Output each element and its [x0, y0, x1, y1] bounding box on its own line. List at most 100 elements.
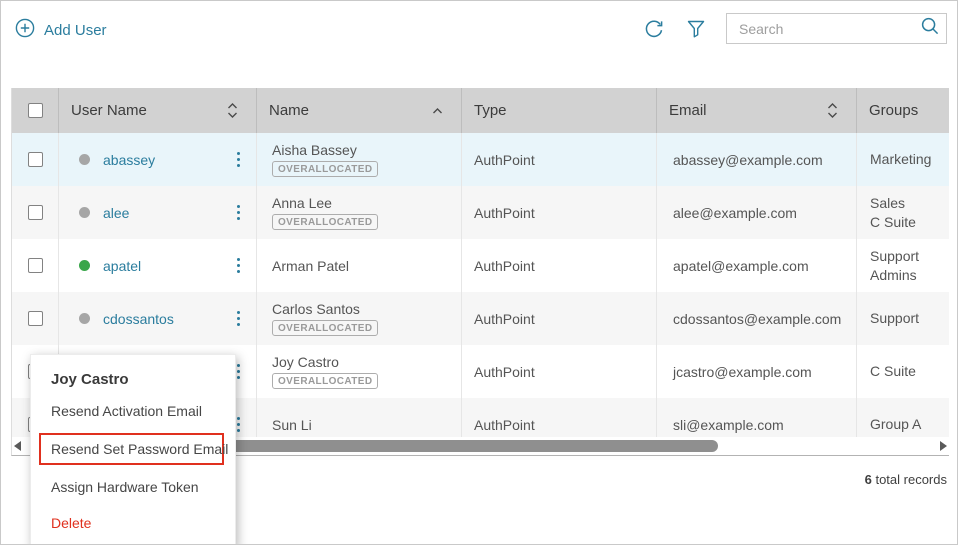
add-user-button[interactable]: Add User: [15, 18, 107, 42]
groups-cell: C Suite: [857, 345, 949, 398]
column-label: Email: [669, 102, 707, 119]
context-menu-title: Joy Castro: [51, 367, 235, 393]
refresh-icon[interactable]: [642, 17, 666, 41]
menu-item-delete[interactable]: Delete: [31, 505, 235, 541]
table-row: apatel Arman Patel AuthPoint apatel@exam…: [12, 239, 949, 292]
scroll-right-arrow-icon[interactable]: [940, 441, 947, 451]
username-cell: alee: [59, 186, 257, 239]
search-box: [726, 13, 947, 44]
filter-icon[interactable]: [685, 18, 707, 40]
group-value: Marketing: [870, 150, 949, 169]
type-value: AuthPoint: [474, 311, 656, 327]
status-dot: [79, 313, 90, 324]
group-value: C Suite: [870, 362, 949, 381]
kebab-menu-icon[interactable]: [234, 308, 244, 330]
search-input[interactable]: [739, 21, 920, 37]
table-row: abassey Aisha Bassey OVERALLOCATED AuthP…: [12, 133, 949, 186]
row-checkbox[interactable]: [28, 152, 43, 167]
menu-item-resend-activation-email[interactable]: Resend Activation Email: [31, 393, 235, 429]
email-value: apatel@example.com: [673, 258, 856, 274]
group-value: Support: [870, 247, 949, 266]
group-value: C Suite: [870, 213, 949, 232]
groups-cell: SalesC Suite: [857, 186, 949, 239]
email-cell: jcastro@example.com: [657, 345, 857, 398]
email-value: alee@example.com: [673, 205, 856, 221]
email-cell: abassey@example.com: [657, 133, 857, 186]
row-checkbox[interactable]: [28, 205, 43, 220]
search-icon[interactable]: [920, 16, 940, 41]
column-label: Name: [269, 102, 309, 119]
email-value: jcastro@example.com: [673, 364, 856, 380]
email-cell: cdossantos@example.com: [657, 292, 857, 345]
email-value: sli@example.com: [673, 417, 856, 433]
username-link[interactable]: alee: [103, 205, 129, 221]
column-label: Type: [474, 102, 507, 119]
table-header-row: User Name Name Type Email Groups: [12, 88, 949, 133]
full-name: Arman Patel: [272, 258, 461, 274]
column-header-groups[interactable]: Groups: [857, 88, 949, 133]
scroll-left-arrow-icon[interactable]: [14, 441, 21, 451]
select-all-checkbox[interactable]: [28, 103, 43, 118]
column-label: User Name: [71, 102, 147, 119]
group-value: Group A: [870, 415, 949, 434]
column-header-type[interactable]: Type: [462, 88, 657, 133]
email-value: cdossantos@example.com: [673, 311, 856, 327]
user-context-menu: Joy Castro Resend Activation Email Resend…: [30, 354, 236, 545]
record-count: 6 total records: [865, 472, 947, 487]
type-cell: AuthPoint: [462, 133, 657, 186]
checkbox-cell: [12, 239, 59, 292]
group-value: Sales: [870, 194, 949, 213]
username-link[interactable]: apatel: [103, 258, 141, 274]
record-count-label: total records: [875, 472, 947, 487]
checkbox-cell: [12, 186, 59, 239]
groups-cell: Marketing: [857, 133, 949, 186]
type-cell: AuthPoint: [462, 345, 657, 398]
row-checkbox[interactable]: [28, 258, 43, 273]
email-value: abassey@example.com: [673, 152, 856, 168]
type-value: AuthPoint: [474, 205, 656, 221]
user-management-screen: Add User: [0, 0, 958, 545]
type-cell: AuthPoint: [462, 292, 657, 345]
full-name: Anna Lee: [272, 195, 461, 211]
type-value: AuthPoint: [474, 152, 656, 168]
groups-cell: Support: [857, 292, 949, 345]
sort-both-icon: [226, 102, 239, 119]
status-dot: [79, 260, 90, 271]
groups-cell: SupportAdmins: [857, 239, 949, 292]
plus-circle-icon: [15, 18, 35, 42]
table-row: alee Anna Lee OVERALLOCATED AuthPoint al…: [12, 186, 949, 239]
menu-item-resend-set-password-email[interactable]: Resend Set Password Email: [39, 433, 224, 465]
record-count-number: 6: [865, 472, 872, 487]
group-value: Support: [870, 309, 949, 328]
username-link[interactable]: abassey: [103, 152, 155, 168]
checkbox-cell: [12, 292, 59, 345]
type-value: AuthPoint: [474, 258, 656, 274]
checkbox-cell: [12, 133, 59, 186]
name-cell: Aisha Bassey OVERALLOCATED: [257, 133, 462, 186]
column-header-user-name[interactable]: User Name: [59, 88, 257, 133]
overallocated-badge: OVERALLOCATED: [272, 214, 378, 230]
group-value: Admins: [870, 266, 949, 285]
overallocated-badge: OVERALLOCATED: [272, 320, 378, 336]
username-link[interactable]: cdossantos: [103, 311, 174, 327]
name-cell: Anna Lee OVERALLOCATED: [257, 186, 462, 239]
overallocated-badge: OVERALLOCATED: [272, 161, 378, 177]
full-name: Carlos Santos: [272, 301, 461, 317]
add-user-label: Add User: [44, 22, 107, 39]
status-dot: [79, 154, 90, 165]
name-cell: Joy Castro OVERALLOCATED: [257, 345, 462, 398]
kebab-menu-icon[interactable]: [234, 202, 244, 224]
column-label: Groups: [869, 102, 918, 119]
menu-item-assign-hardware-token[interactable]: Assign Hardware Token: [31, 469, 235, 505]
row-checkbox[interactable]: [28, 311, 43, 326]
table-row: cdossantos Carlos Santos OVERALLOCATED A…: [12, 292, 949, 345]
overallocated-badge: OVERALLOCATED: [272, 373, 378, 389]
full-name: Sun Li: [272, 417, 461, 433]
column-header-name[interactable]: Name: [257, 88, 462, 133]
username-cell: apatel: [59, 239, 257, 292]
kebab-menu-icon[interactable]: [234, 255, 244, 277]
kebab-menu-icon[interactable]: [234, 149, 244, 171]
sort-both-icon: [826, 102, 839, 119]
toolbar: Add User: [1, 1, 957, 88]
column-header-email[interactable]: Email: [657, 88, 857, 133]
